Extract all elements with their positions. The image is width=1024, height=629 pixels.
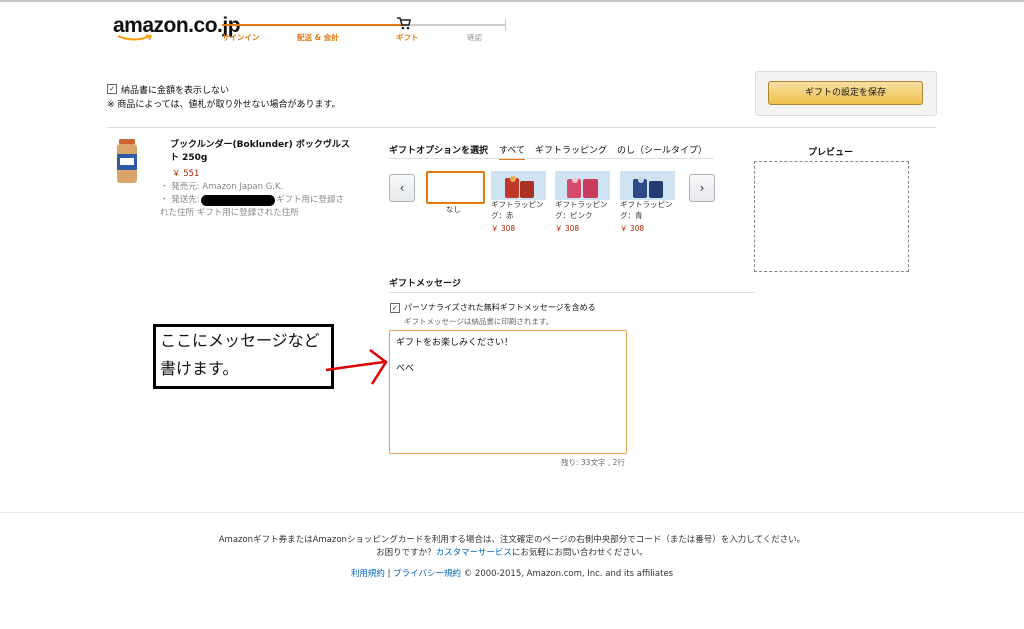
step-signin: サインイン [222, 33, 260, 42]
step-shipping: 配送 & 会計 [297, 33, 339, 42]
gift-option-none[interactable] [426, 171, 485, 204]
hide-price-checkbox[interactable]: ✓ [107, 84, 117, 94]
tag-note: ※ 商品によっては、値札が取り外せない場合があります。 [107, 100, 341, 110]
step-confirm: 確認 [467, 33, 482, 42]
divider [107, 127, 936, 128]
gift-option-red-price: ￥ 308 [491, 224, 516, 233]
gift-option-pink[interactable] [555, 171, 610, 200]
preview-label: プレビュー [808, 148, 854, 158]
gift-options-tabs: ギフトオプションを選択 すべて ギフトラッピング のし（シールタイプ） [389, 143, 709, 160]
progress-end-tick [505, 19, 506, 31]
annotation-line-1: ここにメッセージなど [160, 331, 320, 350]
product-image[interactable] [116, 139, 138, 183]
annotation-box: ここにメッセージなど 書けます。 [153, 324, 334, 389]
step-gift: ギフト [396, 33, 419, 42]
footer-help: お困りですか？カスタマーサービスにお気軽にお問い合わせください。 [376, 548, 648, 558]
next-arrow-button[interactable]: › [689, 174, 715, 202]
print-note: ギフトメッセージは納品書に印刷されます。 [404, 317, 554, 326]
gift-option-red[interactable] [491, 171, 546, 200]
amazon-smile-icon [117, 34, 153, 41]
progress-line-todo [402, 24, 506, 26]
hide-price-label: 納品書に金額を表示しない [121, 86, 230, 96]
gift-option-pink-price: ￥ 308 [555, 224, 580, 233]
footer-legal: 利用規約 | プライバシー規約 © 2000-2015, Amazon.com,… [350, 569, 674, 579]
gift-message-label: ギフトメッセージ [389, 279, 461, 289]
gift-option-blue-label: ギフトラッピング：青 [620, 200, 673, 220]
cart-icon [397, 17, 411, 30]
message-divider [389, 292, 755, 293]
gift-option-blue[interactable] [620, 171, 675, 200]
preview-box [754, 161, 909, 272]
char-counter: 残り: 33文字 , 2行 [561, 458, 625, 467]
customer-service-link[interactable]: カスタマーサービス [436, 548, 512, 558]
product-price: ￥ 551 [172, 169, 200, 179]
top-border [0, 0, 1024, 2]
gift-bag-blue-icon [633, 177, 663, 198]
product-title[interactable]: ブックルンダー(Boklunder) ボックヴルスト 250g [170, 139, 350, 165]
save-gift-settings-button[interactable]: ギフトの設定を保存 [768, 81, 923, 105]
ship-to-address: ギフト用に登録された住所 ギフト用に登録された住所 [160, 195, 345, 218]
gift-options-label: ギフトオプションを選択 [389, 146, 489, 156]
privacy-link[interactable]: プライバシー規約 [393, 569, 461, 579]
tab-gift-wrapping[interactable]: ギフトラッピング [535, 143, 607, 156]
prev-arrow-button[interactable]: ‹ [389, 174, 415, 202]
terms-link[interactable]: 利用規約 [351, 569, 385, 579]
tabs-divider [389, 158, 714, 159]
include-message-label: パーソナライズされた無料ギフトメッセージを含める [404, 303, 596, 312]
progress-line-done [222, 24, 402, 26]
gift-option-none-label: なし [446, 205, 461, 214]
annotation-arrow-icon [325, 349, 388, 385]
include-message-checkbox[interactable]: ✓ [390, 303, 400, 313]
product-seller: ・ 発売元: Amazon Japan G.K. [160, 182, 284, 192]
gift-option-blue-price: ￥ 308 [620, 224, 645, 233]
tab-noshi[interactable]: のし（シールタイプ） [617, 143, 707, 156]
annotation-line-2: 書けます。 [160, 359, 239, 378]
footer-gift-card-note: Amazonギフト券またはAmazonショッピングカードを利用する場合は、注文確… [218, 535, 806, 545]
gift-bag-pink-icon [567, 177, 598, 198]
gift-option-red-label: ギフトラッピング：赤 [491, 200, 544, 220]
gift-message-textarea[interactable]: ギフトをお楽しみください！ べべ [389, 330, 627, 454]
gift-bag-red-icon [505, 176, 534, 198]
message-line-1: ギフトをお楽しみください！ [396, 338, 514, 348]
gift-option-pink-label: ギフトラッピング：ピンク [555, 200, 608, 220]
message-line-2: べべ [396, 364, 415, 374]
